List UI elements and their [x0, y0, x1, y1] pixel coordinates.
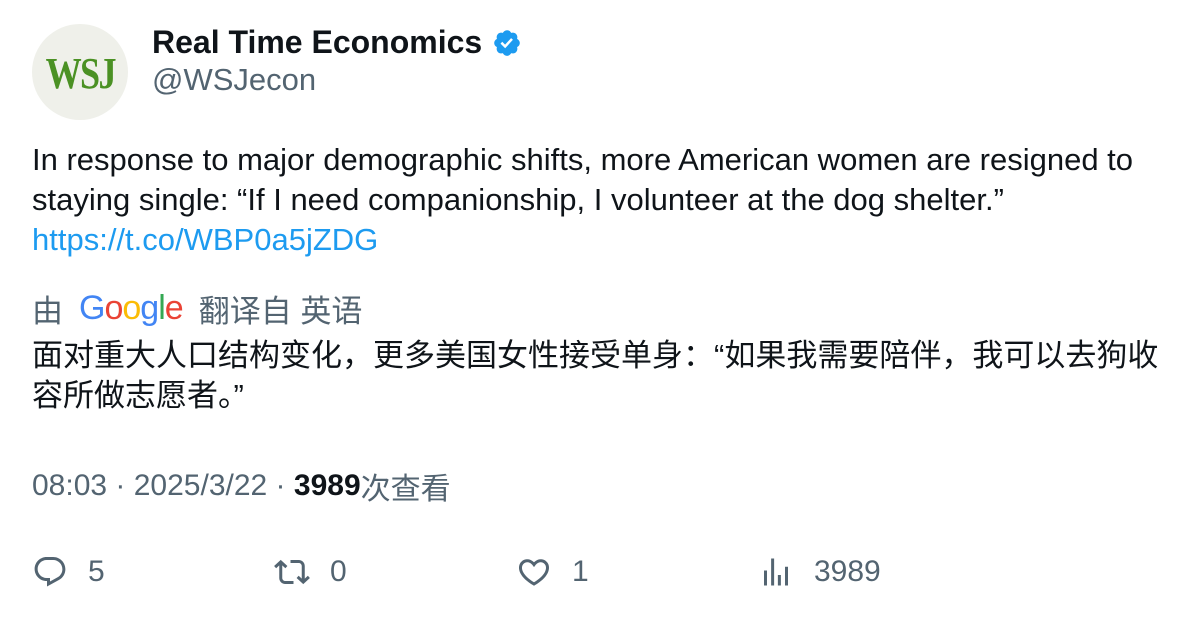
- translated-text: 面对重大人口结构变化，更多美国女性接受单身：“如果我需要陪伴，我可以去狗收容所做…: [32, 338, 1159, 413]
- like-count: 1: [572, 555, 589, 588]
- views-count: 3989: [293, 469, 361, 502]
- tweet-time[interactable]: 08:03: [32, 469, 107, 503]
- author-handle[interactable]: @WSJecon: [152, 62, 316, 98]
- tweet-meta: 08:03 · 2025/3/22 · 3989 次查看: [32, 464, 451, 508]
- avatar[interactable]: WSJ: [32, 24, 128, 120]
- reply-bubble-icon: [34, 557, 66, 587]
- retweet-button[interactable]: 0: [274, 550, 347, 594]
- translation-source-language: 翻译自 英语: [198, 293, 363, 329]
- heart-icon: [518, 559, 550, 586]
- bar-chart-icon: [764, 558, 788, 586]
- avatar-logo-text: WSJ: [45, 48, 116, 98]
- retweet-arrows-icon: [274, 559, 310, 585]
- tweet-body: In response to major demographic shifts,…: [32, 142, 1134, 217]
- views-button[interactable]: 3989: [758, 550, 881, 594]
- action-bar: 5 0 1 3989: [32, 550, 1172, 594]
- meta-separator: ·: [267, 469, 294, 502]
- translation-attribution: 由 Google 翻译自 英语: [32, 286, 362, 330]
- meta-separator: ·: [107, 469, 134, 502]
- google-logo[interactable]: Google: [79, 289, 184, 328]
- tweet-date[interactable]: 2025/3/22: [134, 469, 267, 503]
- reply-count: 5: [88, 555, 105, 588]
- reply-button[interactable]: 5: [32, 550, 105, 594]
- views-label: 次查看: [360, 473, 451, 506]
- retweet-count: 0: [330, 555, 347, 588]
- display-name[interactable]: Real Time Economics: [152, 24, 482, 61]
- translation-prefix: 由: [32, 293, 63, 329]
- views-action-count: 3989: [814, 555, 881, 588]
- tweet-link[interactable]: https://t.co/WBP0a5jZDG: [32, 222, 378, 257]
- like-button[interactable]: 1: [516, 550, 589, 594]
- author-name-row: Real Time Economics: [152, 20, 522, 64]
- tweet-text: In response to major demographic shifts,…: [32, 140, 1172, 260]
- verified-badge-icon[interactable]: [492, 28, 522, 58]
